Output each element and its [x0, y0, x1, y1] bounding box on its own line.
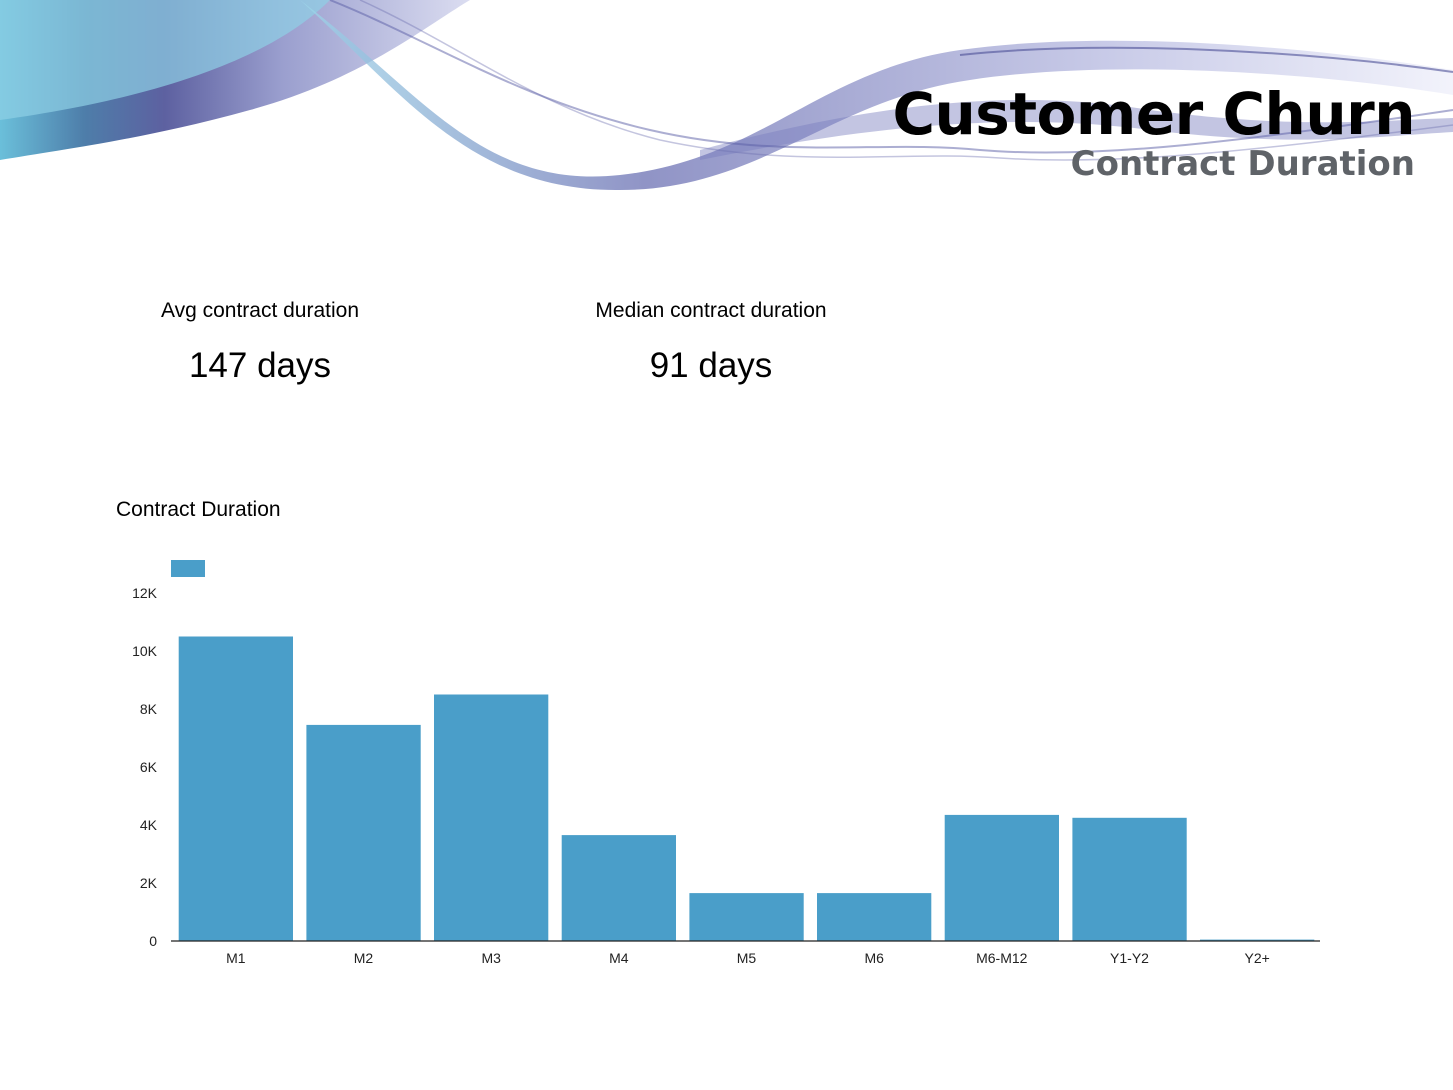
kpi-label: Median contract duration — [595, 299, 827, 322]
y-tick-label: 10K — [132, 643, 158, 659]
chart-title: Contract Duration — [116, 498, 281, 521]
x-tick-label: M6 — [864, 950, 884, 966]
kpi-value: 91 days — [649, 346, 773, 385]
kpi-median-duration: Median contract duration 91 days — [561, 296, 861, 390]
bar-m1[interactable] — [178, 636, 293, 942]
header-title-block: Customer Churn Contract Duration — [892, 78, 1415, 186]
x-tick-label: M6-M12 — [976, 950, 1028, 966]
x-tick-label: Y2+ — [1245, 950, 1270, 966]
bar-m6[interactable] — [817, 893, 932, 941]
kpi-label: Avg contract duration — [160, 299, 360, 322]
bar-m6-m12[interactable] — [944, 814, 1059, 941]
y-tick-label: 2K — [140, 875, 158, 891]
x-tick-label: M1 — [226, 950, 246, 966]
bar-y1-y2[interactable] — [1072, 817, 1187, 942]
y-tick-label: 8K — [140, 701, 158, 717]
y-tick-label: 0 — [149, 933, 157, 949]
x-tick-label: M2 — [354, 950, 374, 966]
kpi-value: 147 days — [188, 346, 332, 385]
contract-duration-bar-chart: 0 2K 4K 6K 8K 10K 12K M1 M2 M3 M4 M5 M6 M6-M12 Y1-Y2 Y… — [132, 560, 1320, 966]
x-tick-label: M5 — [737, 950, 757, 966]
y-tick-label: 4K — [140, 817, 158, 833]
legend-swatch — [171, 560, 205, 577]
x-tick-label: M3 — [481, 950, 501, 966]
bar-m5[interactable] — [689, 893, 804, 941]
y-tick-label: 6K — [140, 759, 158, 775]
y-tick-label: 12K — [132, 585, 158, 601]
x-tick-label: Y1-Y2 — [1110, 950, 1149, 966]
bar-m3[interactable] — [434, 694, 549, 942]
bar-m2[interactable] — [306, 724, 421, 941]
page-title: Customer Churn — [892, 80, 1415, 148]
x-tick-label: M4 — [609, 950, 629, 966]
bar-m4[interactable] — [561, 835, 676, 941]
kpi-avg-duration: Avg contract duration 147 days — [110, 296, 410, 390]
